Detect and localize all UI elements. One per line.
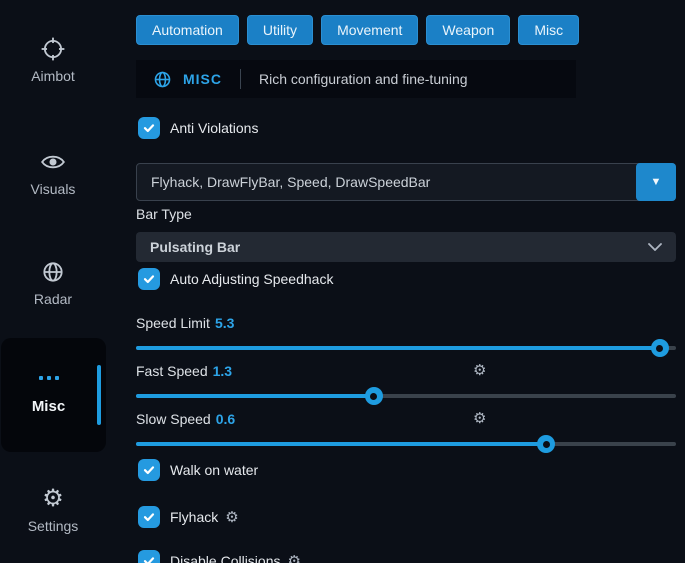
bar-multiselect-input[interactable]: Flyhack, DrawFlyBar, Speed, DrawSpeedBar… bbox=[136, 163, 676, 201]
tab-automation[interactable]: Automation bbox=[136, 15, 239, 45]
speed-limit-value: 5.3 bbox=[215, 315, 234, 331]
divider bbox=[240, 69, 241, 89]
disable-collisions-gear-icon[interactable]: ⚙ bbox=[288, 554, 301, 563]
slider-thumb[interactable] bbox=[651, 339, 669, 357]
flyhack-checkbox[interactable] bbox=[138, 506, 160, 528]
sidebar-item-settings[interactable]: ⚙ Settings bbox=[0, 486, 106, 536]
gear-icon: ⚙ bbox=[40, 486, 66, 512]
check-icon bbox=[143, 464, 155, 476]
app-window: Aimbot Visuals Radar Misc ⚙ Settings bbox=[0, 0, 685, 563]
auto-adjusting-speedhack-checkbox[interactable] bbox=[138, 268, 160, 290]
sidebar-item-misc-active[interactable]: Misc bbox=[1, 338, 106, 452]
slider-thumb[interactable] bbox=[365, 387, 383, 405]
fast-speed-slider[interactable] bbox=[136, 394, 676, 398]
page-title: MISC bbox=[183, 71, 222, 87]
bar-type-label: Bar Type bbox=[136, 206, 192, 222]
bar-type-select[interactable]: Pulsating Bar bbox=[136, 232, 676, 262]
checkbox-label: Anti Violations bbox=[170, 120, 258, 136]
speed-limit-label: Speed Limit5.3 bbox=[136, 315, 234, 331]
anti-violations-row: Anti Violations bbox=[138, 117, 258, 139]
tab-weapon[interactable]: Weapon bbox=[426, 15, 510, 45]
globe-icon bbox=[154, 71, 171, 88]
tab-movement[interactable]: Movement bbox=[321, 15, 418, 45]
multiselect-value: Flyhack, DrawFlyBar, Speed, DrawSpeedBar bbox=[151, 174, 430, 190]
tab-utility[interactable]: Utility bbox=[247, 15, 313, 45]
check-icon bbox=[143, 555, 155, 563]
flyhack-gear-icon[interactable]: ⚙ bbox=[225, 510, 238, 525]
eye-icon bbox=[40, 149, 66, 175]
multiselect-dropdown-button[interactable]: ▼ bbox=[636, 163, 676, 201]
flyhack-row: Flyhack ⚙ bbox=[138, 506, 239, 528]
sidebar-item-label: Settings bbox=[28, 518, 79, 534]
chevron-down-icon bbox=[648, 243, 662, 251]
bar-type-value: Pulsating Bar bbox=[150, 239, 240, 255]
check-icon bbox=[143, 122, 155, 134]
sidebar-item-radar[interactable]: Radar bbox=[0, 259, 106, 309]
walk-on-water-row: Walk on water bbox=[138, 459, 258, 481]
sidebar-item-aimbot[interactable]: Aimbot bbox=[0, 36, 106, 86]
slider-fill bbox=[136, 394, 374, 398]
slider-fill bbox=[136, 346, 660, 350]
fast-speed-gear-icon[interactable]: ⚙ bbox=[473, 363, 486, 379]
sidebar-item-label: Radar bbox=[34, 291, 72, 307]
slow-speed-gear-icon[interactable]: ⚙ bbox=[473, 411, 486, 427]
checkbox-label: Disable Collisions bbox=[170, 553, 281, 563]
checkbox-label: Flyhack bbox=[170, 509, 218, 525]
walk-on-water-checkbox[interactable] bbox=[138, 459, 160, 481]
triangle-down-icon: ▼ bbox=[651, 176, 662, 188]
slow-speed-value: 0.6 bbox=[216, 411, 235, 427]
disable-collisions-checkbox[interactable] bbox=[138, 550, 160, 563]
auto-adjusting-speedhack-row: Auto Adjusting Speedhack bbox=[138, 268, 333, 290]
crosshair-icon bbox=[40, 36, 66, 62]
sidebar-item-visuals[interactable]: Visuals bbox=[0, 149, 106, 199]
section-header: MISC Rich configuration and fine-tuning bbox=[136, 60, 576, 98]
checkbox-label: Auto Adjusting Speedhack bbox=[170, 271, 333, 287]
sidebar-item-label: Aimbot bbox=[31, 68, 75, 84]
check-icon bbox=[143, 511, 155, 523]
slow-speed-label: Slow Speed0.6 bbox=[136, 411, 235, 427]
anti-violations-checkbox[interactable] bbox=[138, 117, 160, 139]
tab-misc[interactable]: Misc bbox=[518, 15, 579, 45]
slow-speed-slider[interactable] bbox=[136, 442, 676, 446]
checkbox-label: Walk on water bbox=[170, 462, 258, 478]
speed-limit-slider[interactable] bbox=[136, 346, 676, 350]
fast-speed-label: Fast Speed1.3 bbox=[136, 363, 232, 379]
active-indicator-bar bbox=[97, 365, 101, 425]
disable-collisions-row: Disable Collisions ⚙ bbox=[138, 550, 301, 563]
page-subtitle: Rich configuration and fine-tuning bbox=[259, 71, 468, 87]
sidebar-item-label: Visuals bbox=[31, 181, 76, 197]
check-icon bbox=[143, 273, 155, 285]
tab-bar: Automation Utility Movement Weapon Misc bbox=[136, 15, 579, 45]
dots-icon bbox=[1, 376, 96, 380]
slider-thumb[interactable] bbox=[537, 435, 555, 453]
sidebar-item-label: Misc bbox=[1, 398, 96, 415]
globe-icon bbox=[40, 259, 66, 285]
fast-speed-value: 1.3 bbox=[213, 363, 232, 379]
slider-fill bbox=[136, 442, 546, 446]
